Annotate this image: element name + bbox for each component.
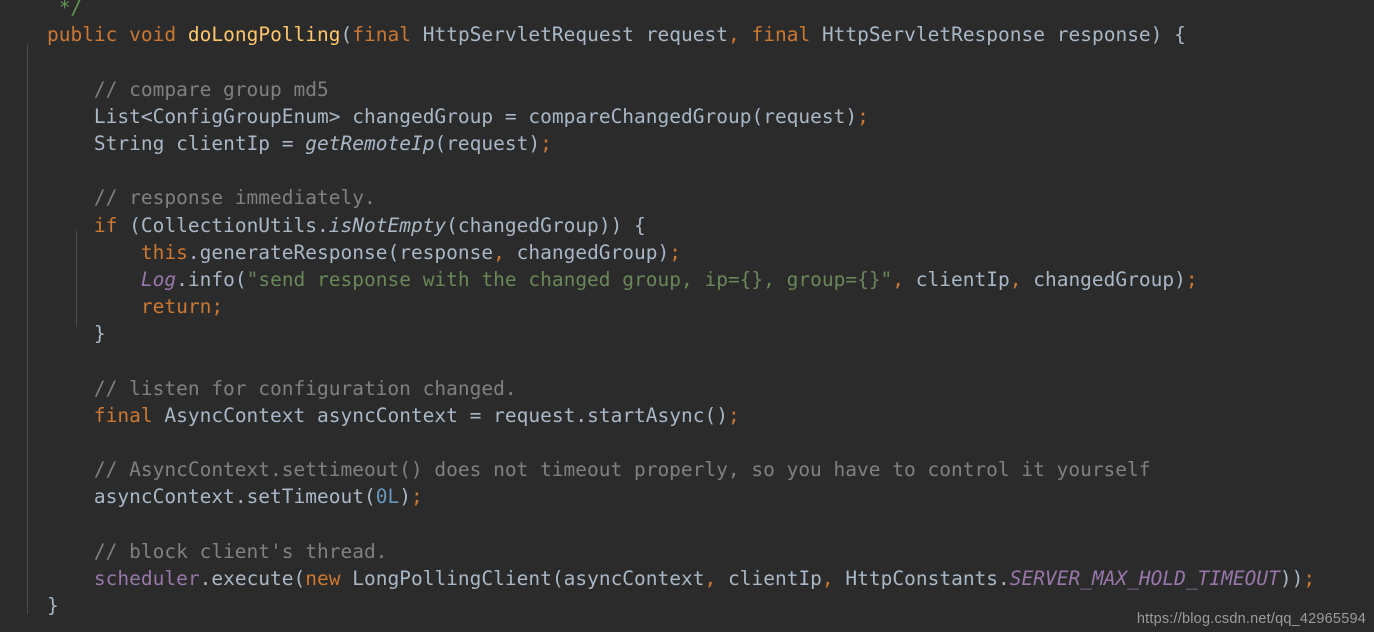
code-line-6: String clientIp = getRemoteIp(request); [93, 131, 552, 155]
code-line-15: // listen for configuration changed. [0, 375, 1374, 402]
code-line-1: */ [0, 0, 1374, 21]
watermark-url: https://blog.csdn.net/qq_42965594 [1136, 611, 1366, 627]
code-line-11: Log.info("send response with the changed… [140, 267, 1198, 291]
token-field-log: Log [140, 267, 177, 291]
code-line-12: return; [140, 295, 224, 319]
token-string-literal: "send response with the changed group, i… [246, 267, 893, 291]
code-line-22: scheduler.execute(new LongPollingClient(… [93, 566, 1316, 590]
code-line-10: this.generateResponse(response, changedG… [140, 240, 682, 264]
token-comment-listen-for-config: // listen for configuration changed. [93, 376, 517, 400]
token-comment-async-timeout: // AsyncContext.settimeout() does not ti… [93, 458, 1151, 482]
code-line-8: // response immediately. [0, 184, 1374, 211]
token-constant-timeout: SERVER_MAX_HOLD_TIMEOUT [1009, 566, 1280, 590]
code-line-3-blank [0, 48, 1374, 75]
token-method-name: doLongPolling [187, 23, 341, 47]
code-line-9: if (CollectionUtils.isNotEmpty(changedGr… [93, 213, 646, 237]
code-line-5: List<ConfigGroupEnum> changedGroup = com… [93, 104, 869, 128]
code-line-16: final AsyncContext asyncContext = reques… [93, 403, 740, 427]
code-line-19: asyncContext.setTimeout(0L); [93, 485, 423, 509]
code-line-13: } [93, 322, 106, 346]
code-line-17-blank [0, 429, 1374, 456]
token-static-method-get-remote-ip: getRemoteIp [305, 131, 435, 155]
code-lines-container: */ public void doLongPolling(final HttpS… [0, 0, 1374, 619]
token-comment-compare-group: // compare group md5 [93, 77, 329, 101]
code-editor-pane[interactable]: */ public void doLongPolling(final HttpS… [0, 0, 1374, 632]
token-javadoc-end: */ [58, 0, 83, 19]
code-line-14-blank [0, 347, 1374, 374]
token-field-scheduler: scheduler [93, 566, 200, 590]
code-line-4: // compare group md5 [0, 76, 1374, 103]
code-line-7-blank [0, 157, 1374, 184]
code-line-21: // block client's thread. [0, 538, 1374, 565]
token-comment-block-client: // block client's thread. [93, 539, 388, 563]
token-static-method-is-not-empty: isNotEmpty [328, 213, 447, 237]
token-comment-response-immediately: // response immediately. [93, 186, 376, 210]
code-line-2: public void doLongPolling(final HttpServ… [46, 23, 1186, 47]
code-line-20-blank [0, 511, 1374, 538]
code-line-18: // AsyncContext.settimeout() does not ti… [0, 456, 1374, 483]
token-number-literal: 0L [375, 485, 400, 509]
